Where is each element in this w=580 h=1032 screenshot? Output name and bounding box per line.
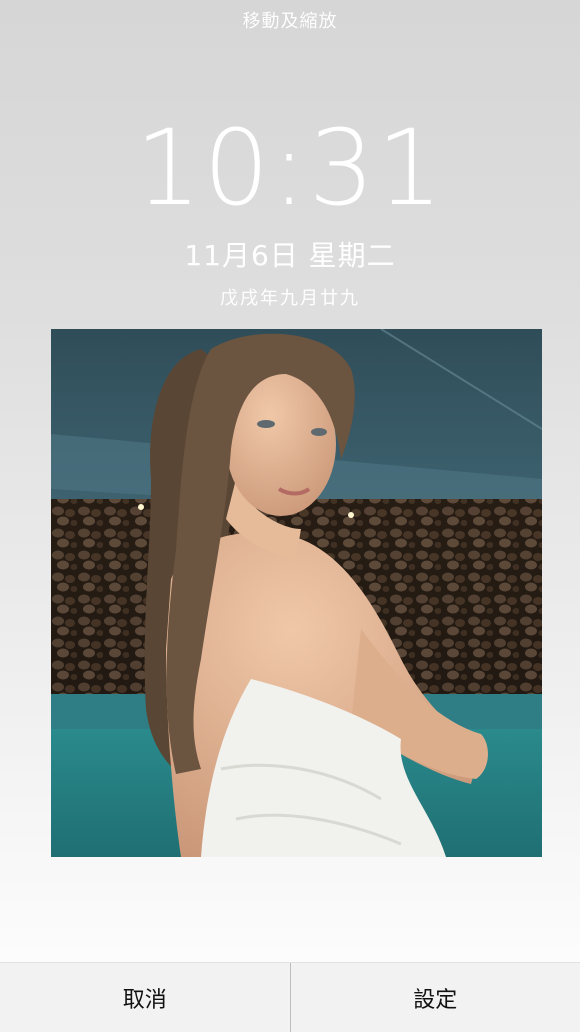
- wallpaper-preview-image[interactable]: [51, 329, 542, 857]
- lockscreen-clock: 10:31: [0, 108, 580, 228]
- set-button[interactable]: 設定: [291, 963, 580, 1032]
- lockscreen-date: 11月6日 星期二: [0, 234, 580, 274]
- wallpaper-photo-illustration: [51, 329, 542, 857]
- cancel-button[interactable]: 取消: [0, 963, 290, 1032]
- bottom-action-bar: 取消 設定: [0, 962, 580, 1032]
- page-title: 移動及縮放: [243, 7, 338, 33]
- lockscreen-lunar-date: 戊戌年九月廿九: [0, 284, 580, 310]
- top-bar: 移動及縮放: [0, 0, 580, 40]
